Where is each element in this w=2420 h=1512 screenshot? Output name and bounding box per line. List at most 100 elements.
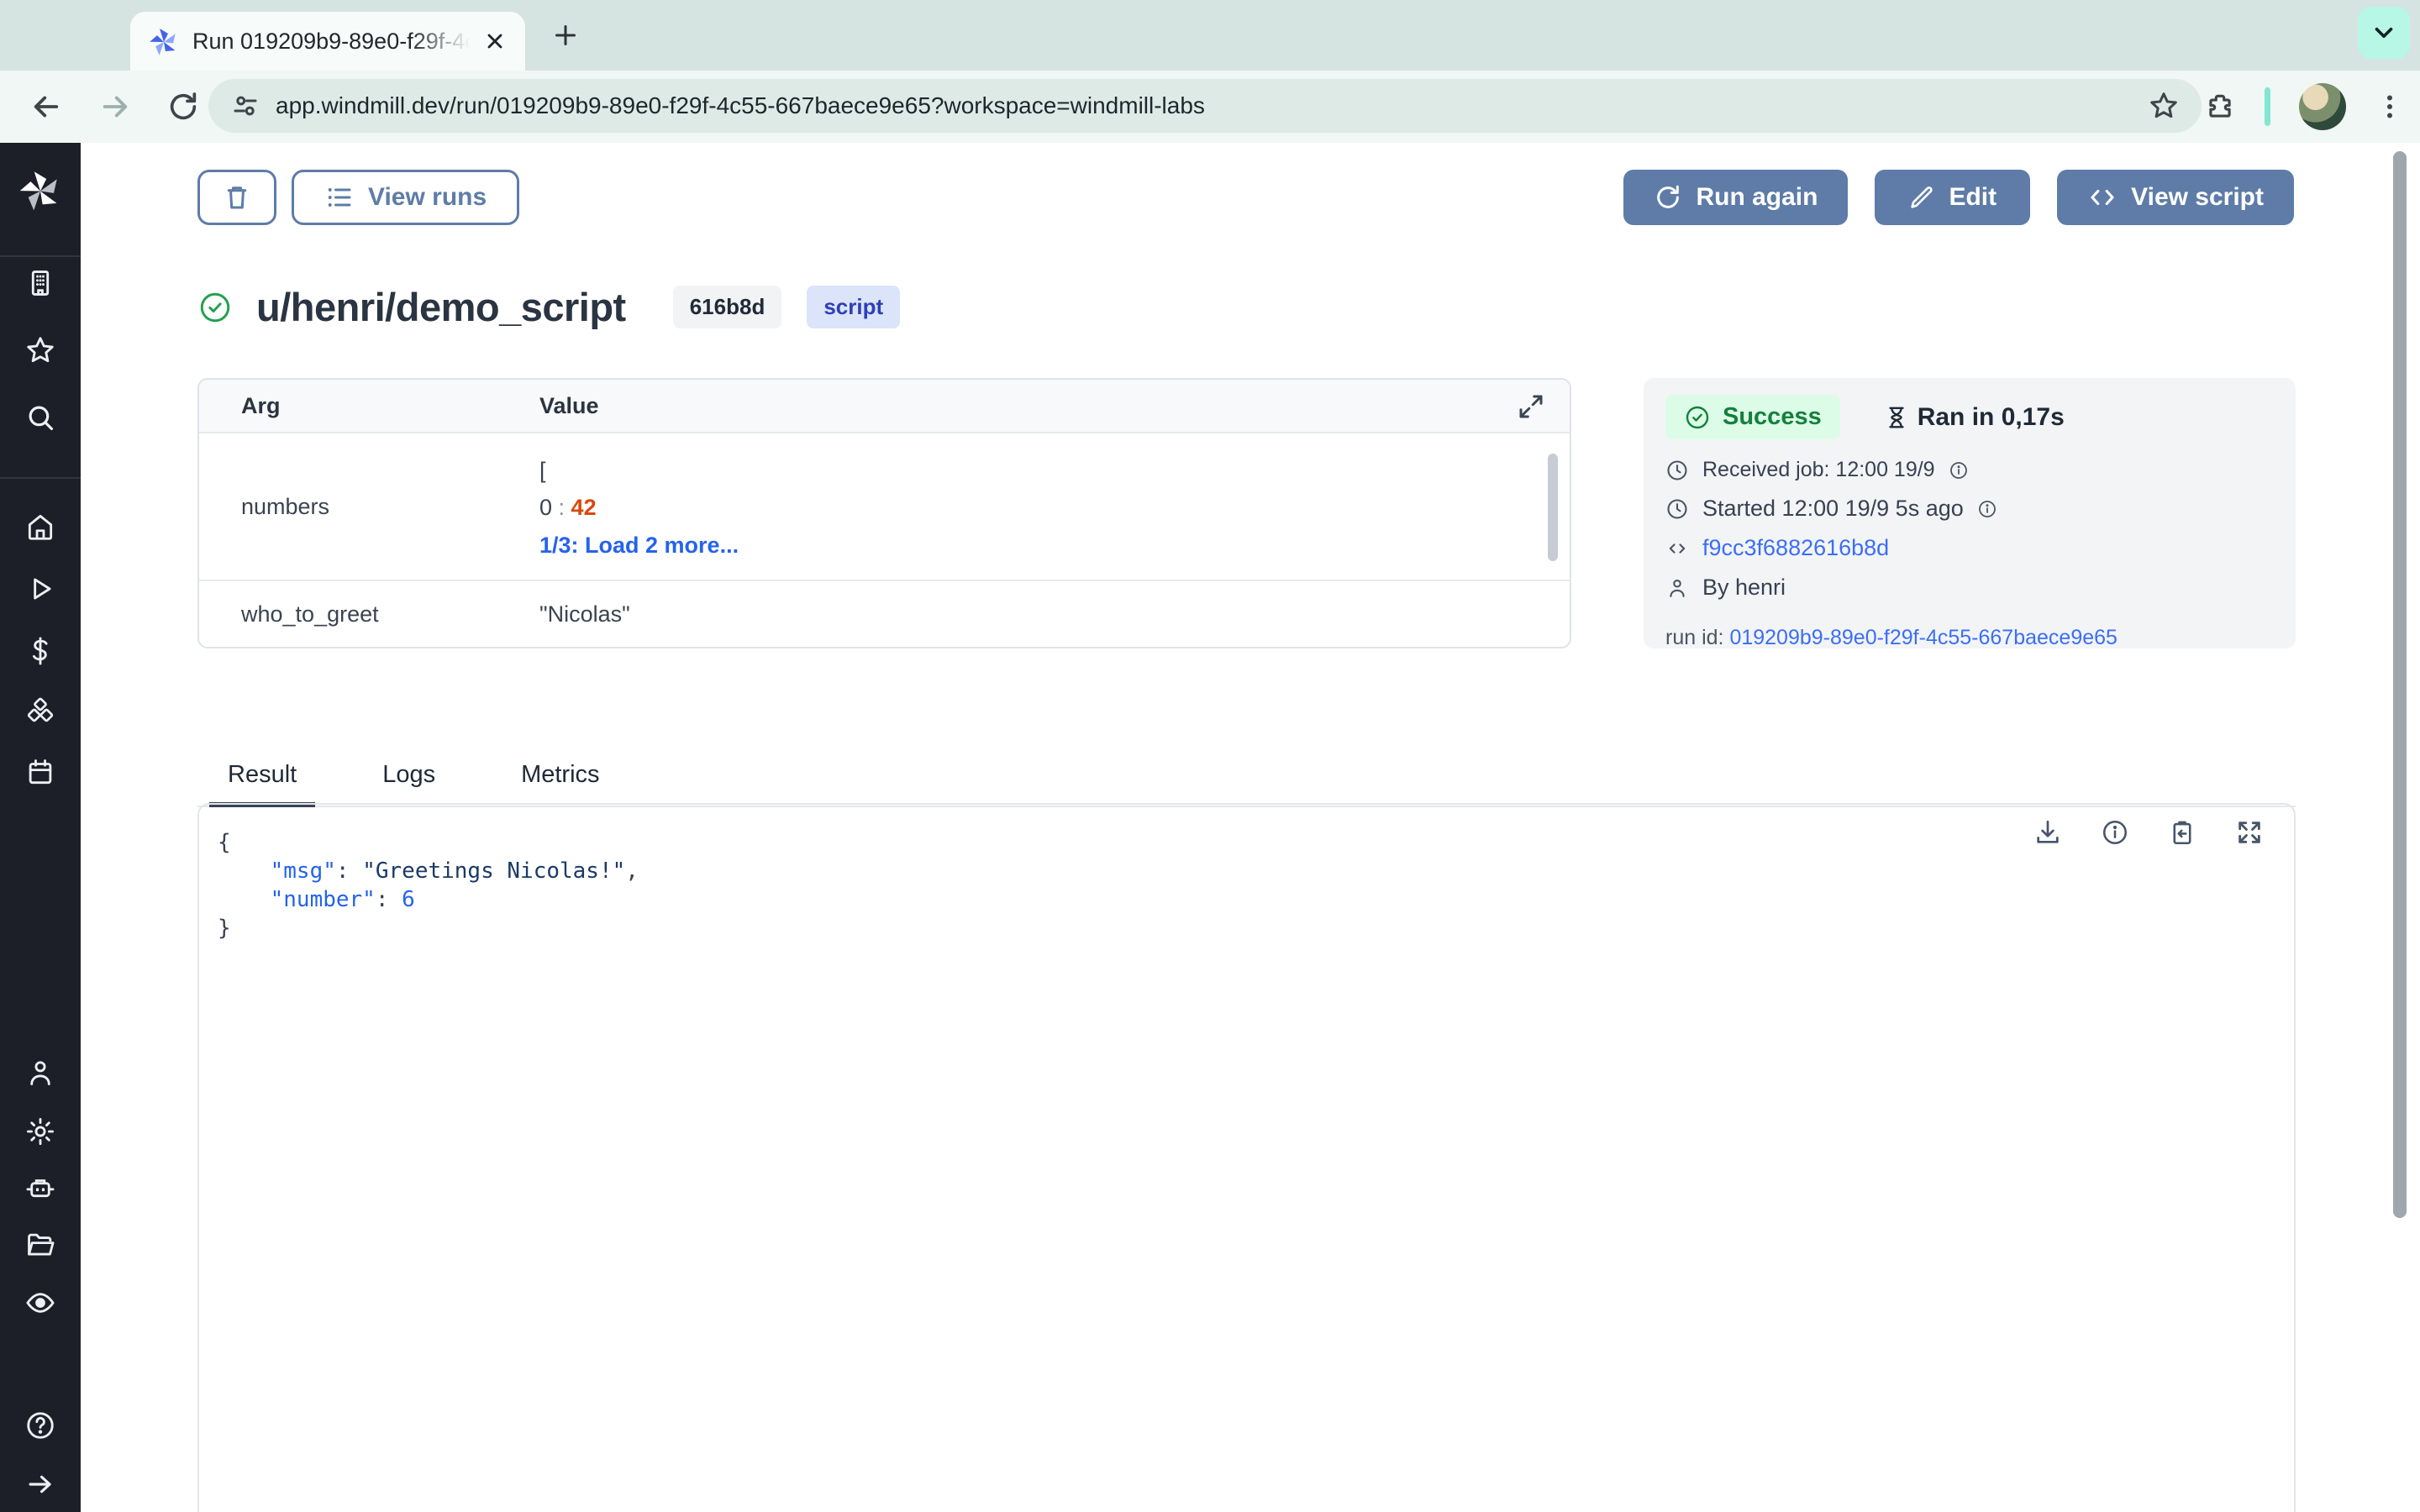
browser-toolbar: app.windmill.dev/run/019209b9-89e0-f29f-… [0, 71, 2420, 143]
edit-label: Edit [1949, 183, 1996, 212]
info-icon[interactable] [2101, 818, 2129, 847]
sidebar-divider [0, 477, 81, 479]
value-scrollbar[interactable] [1548, 454, 1558, 561]
run-id-line: run id: 019209b9-89e0-f29f-4c55-667baece… [1665, 626, 2274, 650]
success-check-icon [197, 290, 233, 325]
browser-window: Run 019209b9-89e0-f29f-4c [0, 0, 2420, 1512]
hourglass-icon [1884, 405, 1909, 430]
started-line: Started 12:00 19/9 5s ago [1665, 496, 2274, 522]
page-scrollbar[interactable] [2393, 151, 2407, 1218]
edit-button[interactable]: Edit [1875, 170, 2030, 225]
sidebar-expand arrow-right-icon[interactable] [0, 1468, 81, 1500]
view-runs-button[interactable]: View runs [292, 170, 519, 225]
tab-metrics[interactable]: Metrics [516, 749, 604, 806]
sidebar-item-favorites star-icon[interactable] [0, 334, 81, 366]
download-icon[interactable] [2033, 818, 2062, 847]
chevron-down-icon[interactable] [2358, 7, 2410, 59]
close-tab-icon[interactable] [483, 29, 507, 53]
arg-value: "Nicolas" [539, 601, 630, 627]
fullscreen-icon[interactable] [2235, 818, 2264, 847]
profile-avatar[interactable] [2299, 83, 2346, 130]
tab-title-fade [411, 24, 470, 58]
browser-menu-icon[interactable] [2375, 92, 2405, 122]
sidebar-item-workspace building-icon[interactable] [0, 267, 81, 299]
script-hash-badge: 616b8d [673, 286, 782, 328]
sidebar-item-audit eye-icon[interactable] [0, 1287, 81, 1319]
arg-name: who_to_greet [199, 601, 539, 627]
view-script-label: View script [2131, 183, 2264, 212]
code-icon [2087, 182, 2118, 213]
refresh-icon [1654, 183, 1682, 212]
json-bracket: [ [539, 452, 739, 489]
sidebar-item-home home-icon[interactable] [0, 511, 81, 543]
url-text[interactable]: app.windmill.dev/run/019209b9-89e0-f29f-… [276, 92, 2148, 119]
info-icon[interactable] [1949, 460, 1969, 480]
sidebar-item-search search-icon[interactable] [0, 402, 81, 433]
clipboard-copy-icon[interactable] [2168, 818, 2196, 847]
site-settings-icon[interactable] [230, 91, 260, 121]
sidebar [0, 143, 81, 1512]
url-bar[interactable]: app.windmill.dev/run/019209b9-89e0-f29f-… [208, 79, 2202, 133]
load-more-link[interactable]: 1/3: Load 2 more... [539, 533, 739, 559]
new-tab-icon[interactable] [550, 20, 581, 50]
code-icon [1665, 537, 1689, 560]
view-script-button[interactable]: View script [2057, 170, 2294, 225]
sidebar-item-resources cubes-icon[interactable] [0, 696, 81, 727]
args-table: Arg Value numbers [ 0 : 42 1/3: Load 2 m… [197, 378, 1571, 648]
back-icon[interactable] [29, 89, 64, 124]
args-col-arg: Arg [199, 393, 539, 419]
script-hash-link[interactable]: f9cc3f6882616b8d [1702, 535, 1889, 561]
view-runs-label: View runs [368, 183, 487, 212]
job-status-panel: Success Ran in 0,17s Received job: 12:00… [1644, 378, 2296, 648]
tab-favicon-windmill-logo [149, 26, 179, 56]
delete-run-button trash-icon[interactable] [197, 170, 276, 225]
run-id-link[interactable]: 019209b9-89e0-f29f-4c55-667baece9e65 [1729, 626, 2118, 649]
clock-icon [1665, 497, 1689, 521]
clock-icon [1665, 459, 1689, 482]
arg-json-viewer: [ 0 : 42 1/3: Load 2 more... [539, 433, 739, 580]
check-circle-icon [1684, 404, 1711, 431]
pencil-icon [1908, 184, 1935, 211]
info-icon[interactable] [1977, 499, 1997, 519]
script-hash-line: f9cc3f6882616b8d [1665, 535, 2274, 561]
result-tabs: Result Logs Metrics [197, 749, 2296, 807]
table-row: who_to_greet "Nicolas" [199, 581, 1570, 647]
user-icon [1665, 576, 1689, 600]
result-json: { "msg": "Greetings Nicolas!", "number":… [218, 828, 639, 942]
tab-group-indicator [2265, 87, 2270, 126]
args-table-header: Arg Value [199, 380, 1570, 433]
browser-tab[interactable]: Run 019209b9-89e0-f29f-4c [130, 12, 525, 71]
forward-icon[interactable] [97, 89, 133, 124]
maximize-icon[interactable] [1516, 391, 1546, 422]
run-again-button[interactable]: Run again [1623, 170, 1848, 225]
sidebar-item-runs play-icon[interactable] [0, 573, 81, 605]
tab-result[interactable]: Result [223, 749, 302, 806]
bookmark-star-icon[interactable] [2148, 90, 2180, 122]
windmill-logo[interactable] [0, 168, 81, 212]
sidebar-item-help question-icon[interactable] [0, 1410, 81, 1441]
args-col-value: Value [539, 393, 599, 419]
table-row: numbers [ 0 : 42 1/3: Load 2 more... [199, 433, 1570, 581]
sidebar-item-schedules calendar-icon[interactable] [0, 756, 81, 788]
extensions-icon[interactable] [2204, 91, 2236, 123]
sidebar-item-variables dollar-icon[interactable] [0, 635, 81, 667]
sidebar-item-folders folder-icon[interactable] [0, 1229, 81, 1261]
received-line: Received job: 12:00 19/9 [1665, 458, 2274, 482]
result-panel: { "msg": "Greetings Nicolas!", "number":… [197, 803, 2296, 1512]
sidebar-item-workers robot-icon[interactable] [0, 1173, 81, 1205]
run-page: View runs Run again Edit View script [81, 143, 2420, 1512]
status-badge: Success [1665, 395, 1840, 439]
sidebar-divider [0, 255, 81, 257]
json-entry: 0 : 42 [539, 489, 739, 526]
sidebar-item-users person-icon[interactable] [0, 1057, 81, 1089]
tab-logs[interactable]: Logs [377, 749, 440, 806]
reload-icon[interactable] [166, 90, 200, 123]
sidebar-item-settings gear-icon[interactable] [0, 1116, 81, 1147]
tab-strip: Run 019209b9-89e0-f29f-4c [0, 0, 2420, 71]
list-icon [324, 182, 355, 213]
author-line: By henri [1665, 575, 2274, 601]
run-again-label: Run again [1696, 183, 1818, 212]
duration: Ran in 0,17s [1884, 403, 2065, 432]
script-type-badge: script [807, 286, 900, 328]
arg-name: numbers [199, 433, 539, 580]
